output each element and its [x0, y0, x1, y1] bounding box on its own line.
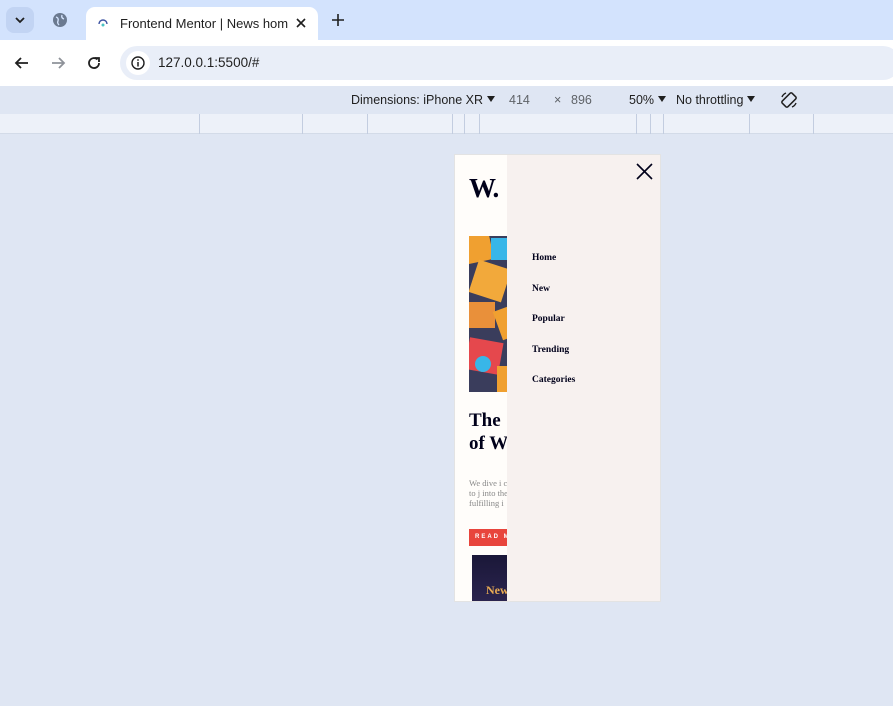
ruler-tick: [464, 114, 465, 134]
throttling-label: No throttling: [676, 93, 744, 107]
zoom-select[interactable]: 50%: [629, 93, 667, 107]
rotate-icon: [781, 92, 797, 108]
mobile-menu-drawer: Home New Popular Trending Categories: [507, 155, 660, 601]
new-tab-button[interactable]: [328, 10, 348, 30]
ruler-tick: [749, 114, 750, 134]
url-text: 127.0.0.1:5500/#: [158, 55, 260, 70]
back-button[interactable]: [10, 51, 34, 75]
ruler-tick: [452, 114, 453, 134]
dropdown-caret-icon: [658, 96, 667, 102]
ruler-tick: [479, 114, 480, 134]
dimension-times-symbol: ×: [554, 93, 562, 107]
dropdown-caret-icon: [487, 96, 496, 102]
throttling-select[interactable]: No throttling: [676, 93, 756, 107]
ruler-tick: [663, 114, 664, 134]
plus-icon: [332, 14, 344, 26]
zoom-label: 50%: [629, 93, 655, 107]
close-menu-button[interactable]: [634, 161, 654, 181]
active-tab[interactable]: Frontend Mentor | News homepage: [86, 7, 318, 40]
ruler-tick: [636, 114, 637, 134]
menu-item-new[interactable]: New: [532, 284, 575, 315]
close-icon: [635, 162, 653, 180]
dropdown-caret-icon: [747, 96, 756, 102]
menu-item-home[interactable]: Home: [532, 253, 575, 284]
inactive-tab[interactable]: [46, 8, 74, 32]
device-viewport: W. The of W We dive i claims to j into t…: [454, 154, 661, 602]
menu-item-trending[interactable]: Trending: [532, 345, 575, 376]
main-headline: The of W: [469, 409, 508, 455]
ruler-tick: [650, 114, 651, 134]
site-logo[interactable]: W.: [469, 173, 499, 204]
arrow-right-icon: [52, 57, 66, 69]
mobile-menu-list: Home New Popular Trending Categories: [532, 253, 575, 406]
menu-item-categories[interactable]: Categories: [532, 375, 575, 406]
device-toolbar: Dimensions: iPhone XR 414 × 896 50% No t…: [0, 86, 893, 114]
ruler-tick: [302, 114, 303, 134]
device-dimensions-label: Dimensions: iPhone XR: [351, 93, 484, 107]
headline-line-2: of W: [469, 433, 509, 454]
headline-line-1: The: [469, 410, 501, 431]
forward-button[interactable]: [46, 51, 70, 75]
tab-title: Frontend Mentor | News homepage: [120, 16, 288, 31]
frontend-mentor-favicon-icon: [96, 17, 110, 31]
device-dimensions-select[interactable]: Dimensions: iPhone XR: [351, 93, 496, 107]
close-tab-icon[interactable]: [292, 14, 310, 32]
tab-search-button[interactable]: [6, 7, 34, 33]
ruler-tick: [199, 114, 200, 134]
media-query-ruler[interactable]: [0, 114, 893, 134]
new-section: New: [472, 555, 512, 601]
chevron-down-icon: [15, 17, 25, 24]
reload-button[interactable]: [82, 51, 106, 75]
browser-toolbar: 127.0.0.1:5500/#: [0, 40, 893, 86]
ruler-tick: [813, 114, 814, 134]
arrow-left-icon: [14, 57, 28, 69]
device-width-input[interactable]: 414: [509, 93, 530, 107]
address-bar[interactable]: 127.0.0.1:5500/#: [120, 46, 893, 80]
ruler-tick: [367, 114, 368, 134]
rotate-device-button[interactable]: [779, 90, 799, 110]
globe-icon: [53, 13, 67, 27]
new-section-title: New: [486, 583, 509, 597]
site-info-icon[interactable]: [126, 51, 150, 75]
reload-icon: [88, 57, 100, 69]
device-height-input[interactable]: 896: [571, 93, 592, 107]
tab-strip: Frontend Mentor | News homepage: [0, 0, 893, 40]
menu-item-popular[interactable]: Popular: [532, 314, 575, 345]
